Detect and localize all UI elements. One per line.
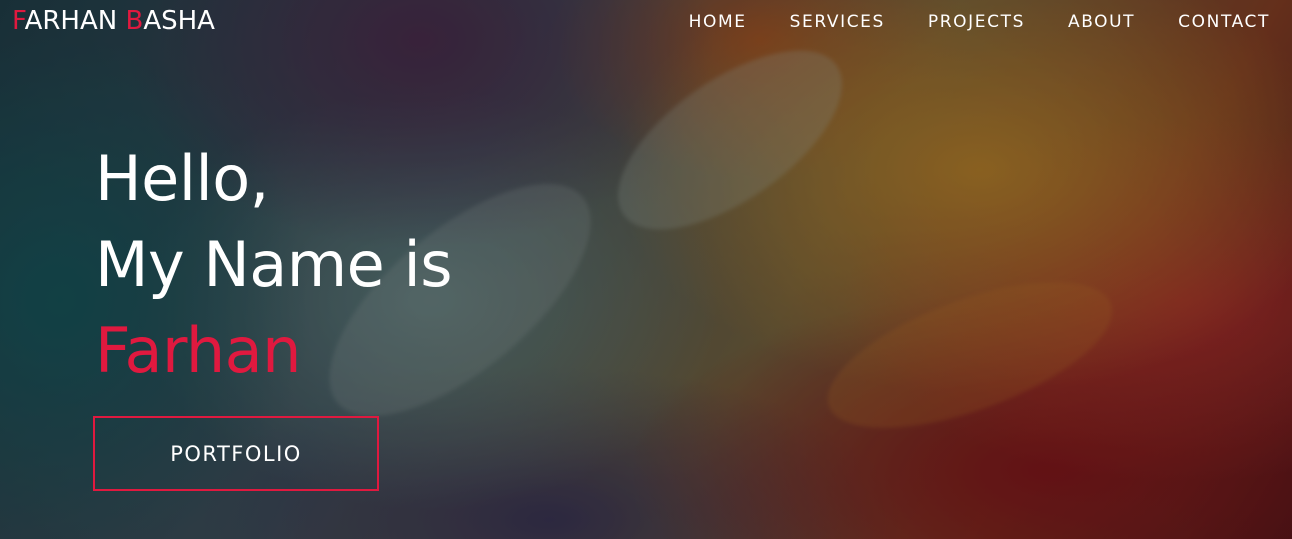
- hero-intro: Hello, My Name is Farhan: [95, 136, 453, 394]
- top-navigation: FARHAN BASHA HOME SERVICES PROJECTS ABOU…: [0, 0, 1292, 46]
- hero-greeting: Hello,: [95, 142, 269, 215]
- site-logo[interactable]: FARHAN BASHA: [12, 6, 215, 36]
- nav-link-services[interactable]: SERVICES: [790, 12, 885, 32]
- logo-last-rest: ASHA: [143, 6, 215, 36]
- nav-link-contact[interactable]: CONTACT: [1178, 12, 1270, 32]
- hero-name: Farhan: [95, 314, 301, 387]
- nav-link-projects[interactable]: PROJECTS: [928, 12, 1025, 32]
- nav-link-about[interactable]: ABOUT: [1068, 12, 1135, 32]
- logo-first-initial: F: [12, 6, 25, 36]
- portfolio-button[interactable]: PORTFOLIO: [93, 416, 379, 491]
- logo-first-rest: ARHAN: [24, 6, 126, 36]
- background-swirl: [810, 252, 1130, 458]
- logo-last-initial: B: [125, 6, 144, 36]
- hero-intro-text: My Name is: [95, 228, 453, 301]
- background-swirl: [589, 16, 871, 264]
- nav-menu: HOME SERVICES PROJECTS ABOUT CONTACT: [646, 12, 1270, 32]
- nav-link-home[interactable]: HOME: [689, 12, 747, 32]
